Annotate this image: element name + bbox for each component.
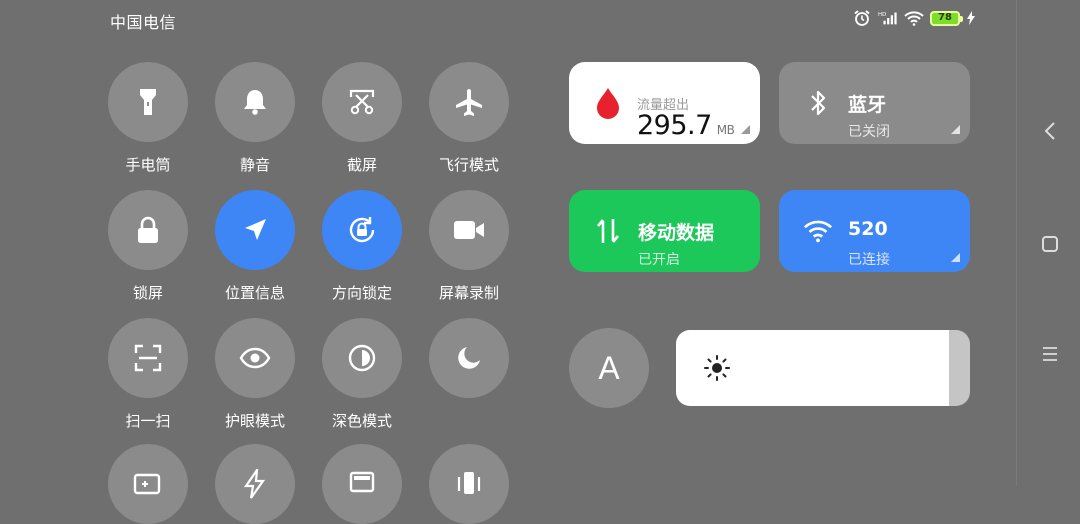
toggle-label: 锁屏 [132,284,163,302]
scan-icon [134,344,162,372]
brightness-slider[interactable] [676,330,970,406]
toggle-screen-record[interactable]: 屏幕录制 [414,190,524,303]
toggle-rotation-lock[interactable]: 方向锁定 [307,190,417,303]
expand-corner-icon[interactable] [951,125,960,134]
rotation-lock-button[interactable] [322,190,402,270]
bluetooth-title: 蓝牙 [848,94,887,116]
toggle-vibrate[interactable] [414,444,524,524]
cast-button[interactable] [322,444,402,524]
wifi-network-name: 520 [848,218,888,240]
toggle-label: 方向锁定 [331,284,392,302]
auto-brightness-button[interactable]: A [569,328,649,408]
toggle-label: 飞行模式 [438,156,499,174]
dark-mode-button[interactable] [322,318,402,398]
battery-saver-button[interactable] [108,444,188,524]
bell-icon [244,90,266,115]
moon-icon [458,347,480,369]
lightning-icon [243,469,266,499]
data-usage-value: 295.7 MB [637,110,735,141]
location-arrow-icon [245,219,266,240]
flashlight-button[interactable] [108,62,188,142]
data-arrows-icon [593,216,623,246]
toggle-screenshot[interactable]: 截屏 [307,62,417,175]
home-button[interactable] [1039,233,1061,255]
eye-icon [239,347,271,369]
scan-button[interactable] [108,318,188,398]
dark-mode-icon [348,344,376,372]
data-usage-unit: MB [716,123,735,137]
charging-icon [966,9,976,27]
svg-text:HD: HD [878,12,886,18]
lock-icon [138,216,158,243]
toggle-eye-care[interactable]: 护眼模式 [200,318,310,431]
toggle-power-mode[interactable] [200,444,310,524]
toggle-label: 屏幕录制 [438,284,499,302]
toggle-scan[interactable]: 扫一扫 [93,318,203,431]
toggle-label: 截屏 [346,156,377,174]
rotation-lock-icon [349,217,375,243]
toggle-flashlight[interactable]: 手电筒 [93,62,203,175]
toggle-label: 位置信息 [224,284,285,302]
sun-icon [704,355,730,381]
vibrate-icon [457,472,481,494]
lock-screen-button[interactable] [108,190,188,270]
toggle-dark-mode[interactable]: 深色模式 [307,318,417,431]
toggle-label: 深色模式 [331,412,392,430]
data-usage-tile[interactable]: 流量超出 295.7 MB [569,62,760,144]
back-chevron-icon [1044,122,1055,140]
toggle-battery-saver[interactable] [93,444,203,524]
battery-saver-icon [133,473,161,495]
mobile-data-tile[interactable]: 移动数据 已开启 [569,190,760,272]
bluetooth-status: 已关闭 [848,124,890,140]
menu-lines-icon [1043,347,1057,361]
location-button[interactable] [215,190,295,270]
bluetooth-tile[interactable]: 蓝牙 已关闭 [779,62,970,144]
expand-corner-icon[interactable] [741,125,750,134]
toggle-lock-screen[interactable]: 锁屏 [93,190,203,303]
power-mode-button[interactable] [215,444,295,524]
toggle-silent[interactable]: 静音 [200,62,310,175]
home-square-icon [1042,236,1058,252]
toggle-label: 静音 [239,156,270,174]
status-icons: HD 78 [852,9,976,27]
mobile-data-status: 已开启 [638,252,680,268]
screen-cast-icon [349,471,375,493]
eye-care-button[interactable] [215,318,295,398]
bluetooth-icon [803,88,833,118]
screenshot-scissors-icon [349,89,375,115]
airplane-icon [456,89,482,116]
wifi-icon [803,216,833,246]
water-drop-icon [593,88,623,119]
toggle-cast[interactable] [307,444,417,524]
carrier-name: 中国电信 [110,13,177,32]
toggle-label: 扫一扫 [125,412,171,430]
wifi-tile[interactable]: 520 已连接 [779,190,970,272]
toggle-location[interactable]: 位置信息 [200,190,310,303]
toggle-airplane[interactable]: 飞行模式 [414,62,524,175]
recents-button[interactable] [1039,343,1061,365]
screen-record-button[interactable] [429,190,509,270]
back-button[interactable] [1039,120,1061,142]
navigation-bar [1016,0,1080,486]
silent-button[interactable] [215,62,295,142]
battery-icon: 78 [930,10,963,26]
do-not-disturb-button[interactable] [429,318,509,398]
airplane-button[interactable] [429,62,509,142]
alarm-icon [852,9,872,27]
toggle-label: 手电筒 [125,156,171,174]
hd-signal-icon: HD [878,9,898,27]
expand-corner-icon[interactable] [951,253,960,262]
battery-level: 78 [938,12,952,23]
wifi-icon [904,9,924,27]
mobile-data-title: 移动数据 [638,222,715,244]
screenshot-button[interactable] [322,62,402,142]
data-usage-number: 295.7 [637,110,712,141]
video-camera-icon [454,221,484,239]
vibrate-button[interactable] [429,444,509,524]
wifi-status: 已连接 [848,252,890,268]
flashlight-icon [140,89,156,115]
toggle-do-not-disturb[interactable] [414,318,524,398]
toggle-label: 护眼模式 [224,412,285,430]
